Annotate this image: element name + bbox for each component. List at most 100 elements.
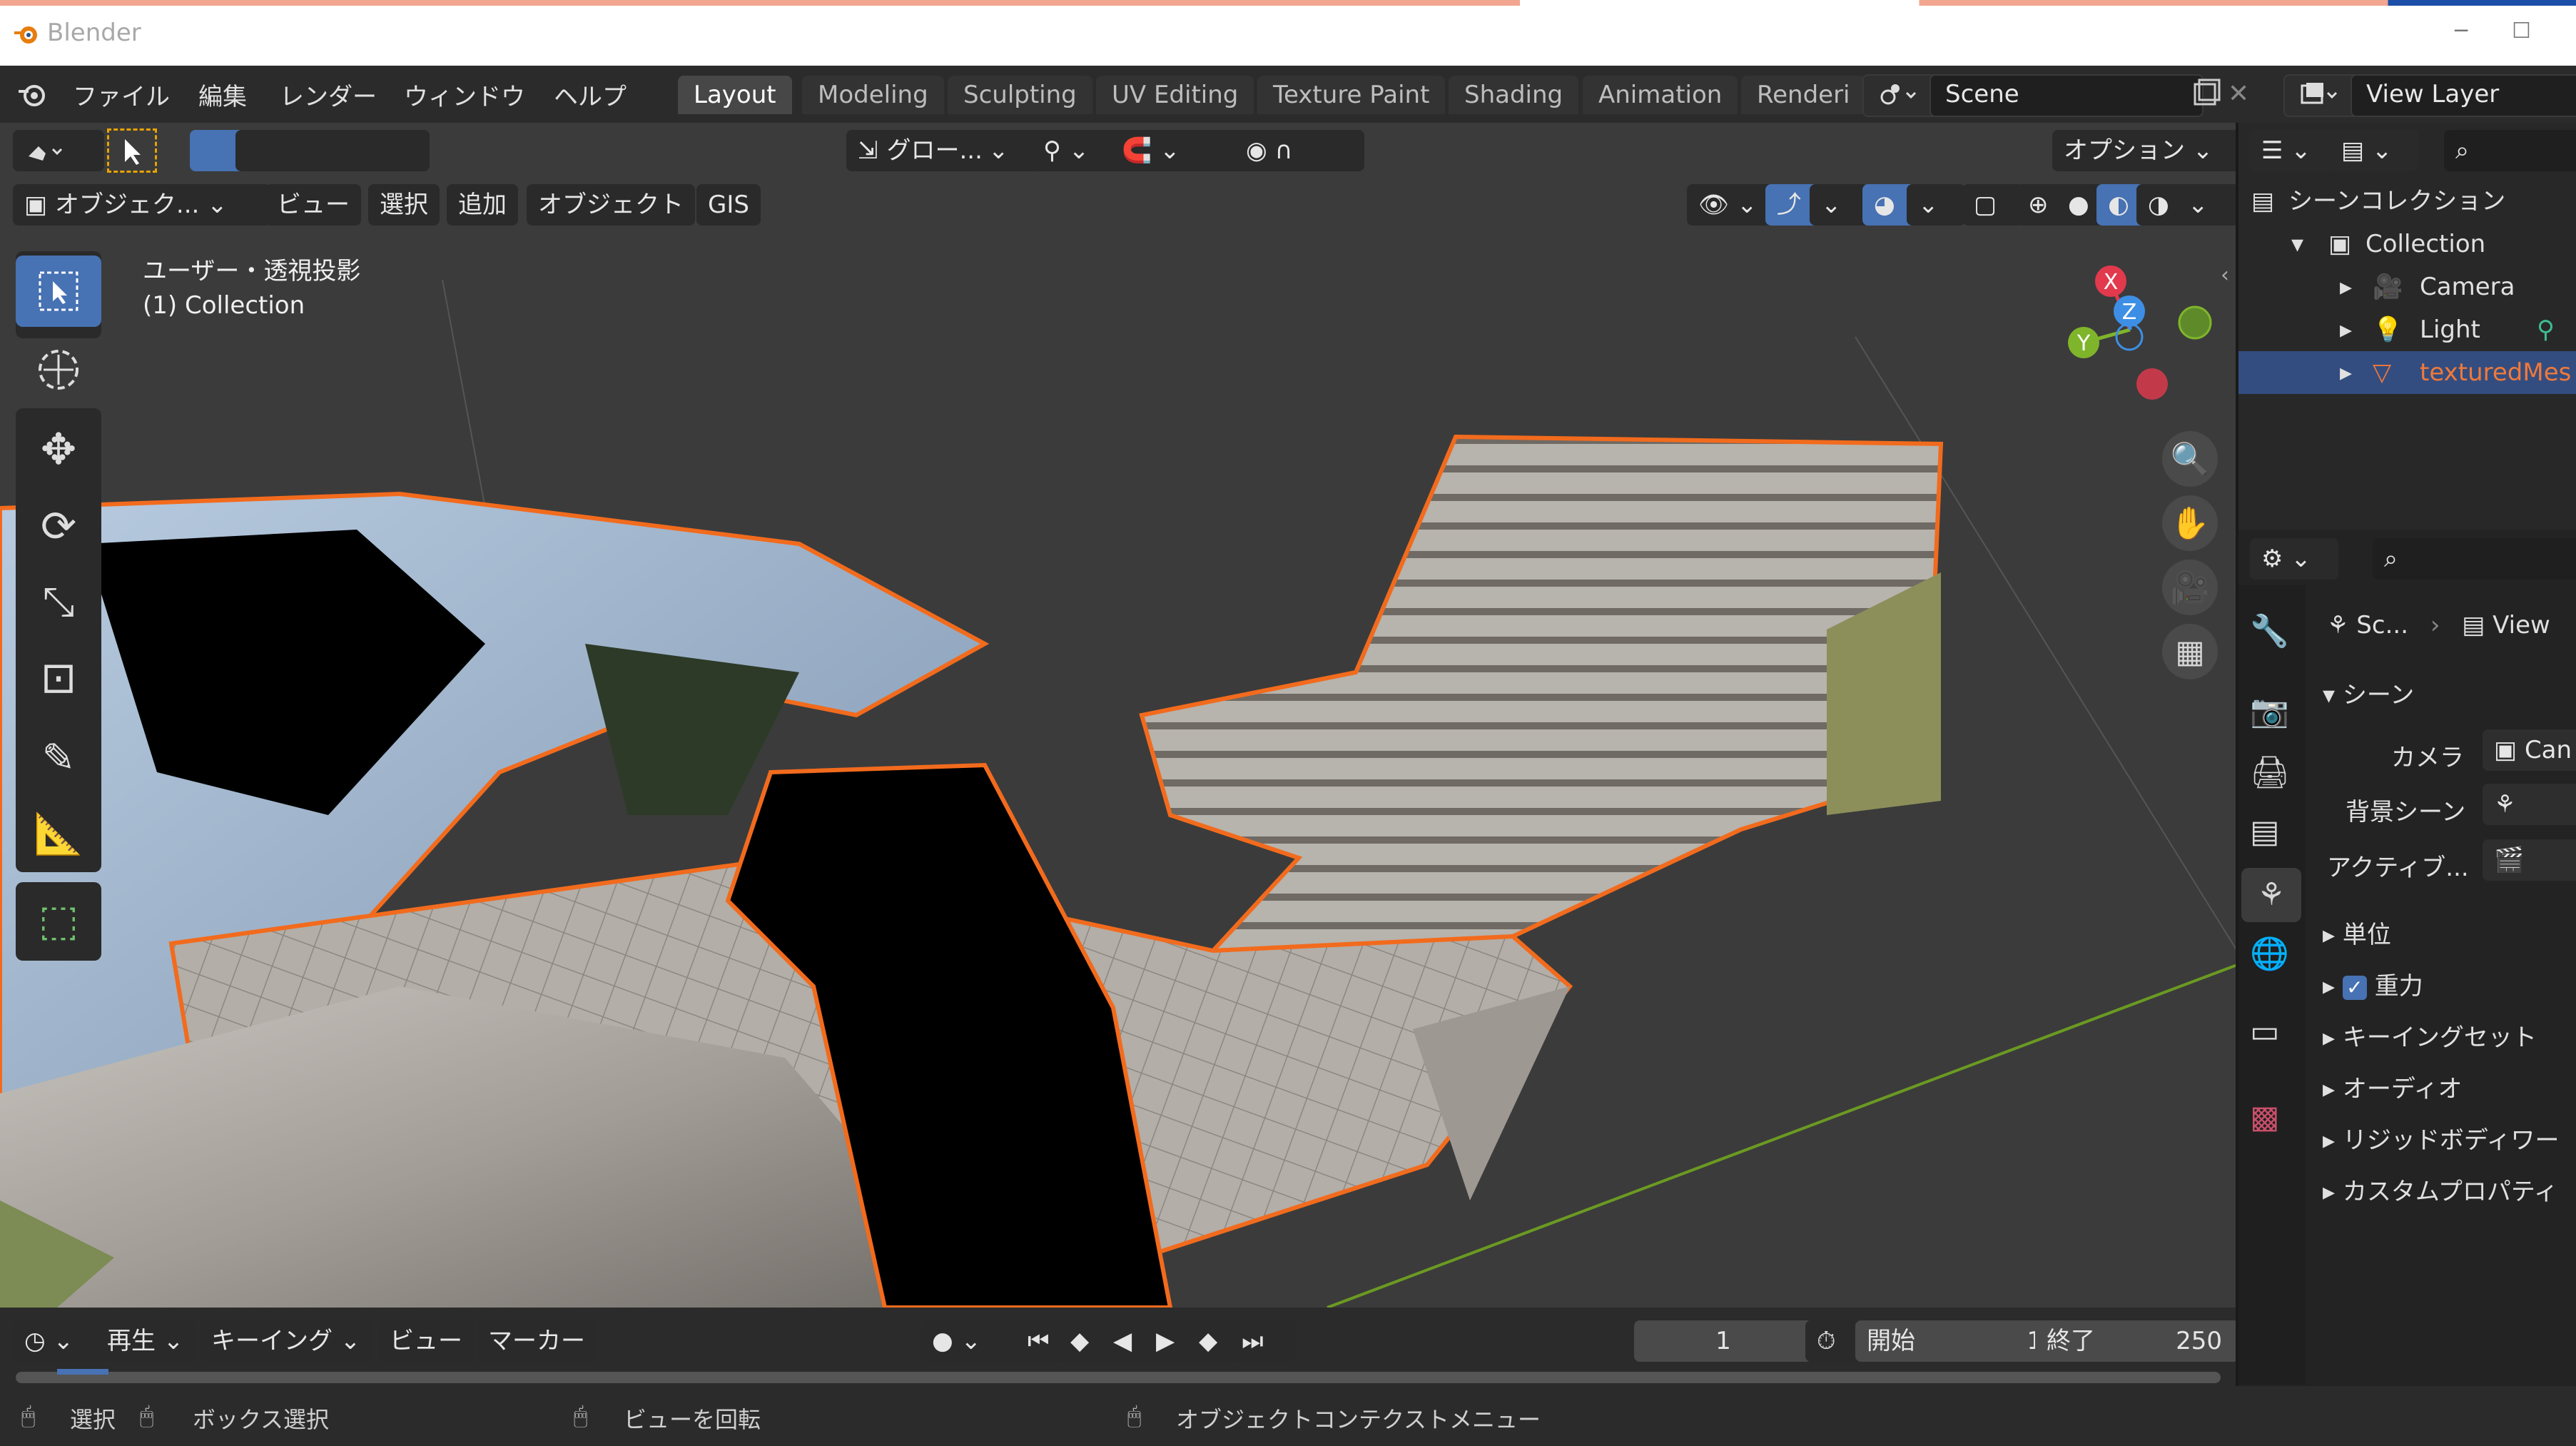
tab-shading[interactable]: Shading — [1449, 76, 1579, 114]
xray-toggle-icon[interactable]: ▢ — [1962, 184, 2024, 226]
properties-editor-type-button[interactable]: ⚙ ⌄ — [2250, 538, 2338, 580]
camera-view-icon[interactable]: 🎥 — [2162, 560, 2218, 615]
pan-hand-icon[interactable]: ✋ — [2162, 495, 2218, 551]
scene-tab-icon[interactable]: ⚘ — [2241, 868, 2301, 922]
panel-custom-props[interactable]: ▸ カスタムプロパティ — [2323, 1172, 2558, 1207]
timeline-scrollbar[interactable] — [16, 1372, 2221, 1383]
tab-sculpting[interactable]: Sculpting — [948, 76, 1092, 114]
mode-dropdown[interactable]: ▣ オブジェク... ⌄ — [13, 184, 271, 226]
jump-end-icon[interactable]: ⏭ — [1230, 1320, 1296, 1362]
transform-tool-icon[interactable]: ⊡ — [16, 642, 101, 714]
scene-name-field[interactable]: Scene — [1930, 74, 2204, 117]
zoom-icon[interactable]: 🔍 — [2162, 431, 2218, 487]
panel-units[interactable]: ▸ 単位 — [2323, 915, 2391, 950]
scale-tool-icon[interactable]: ⤡ — [16, 567, 101, 638]
menu-gis[interactable]: GIS — [696, 184, 761, 226]
tab-modeling[interactable]: Modeling — [802, 76, 944, 114]
frame-indicator[interactable] — [57, 1369, 108, 1375]
cursor-tool-icon[interactable] — [16, 334, 101, 405]
view-layer-field[interactable]: View Layer — [2351, 74, 2576, 117]
3d-viewport[interactable]: ⇲ グロー... ⌄ ⚲ ⌄ 🧲 ⌄ ◉ ∩ オプション ⌄ ▣ オブジェク... … — [0, 123, 2237, 1308]
tab-rendering[interactable]: Renderi — [1741, 76, 1866, 114]
expand-arrow-icon[interactable]: ▾ — [2291, 223, 2303, 266]
playback-dropdown[interactable]: 再生 ⌄ — [96, 1320, 196, 1362]
tab-texture-paint[interactable]: Texture Paint — [1257, 76, 1446, 114]
outliner-item-textured-mesh[interactable]: ▸ ▽ texturedMes — [2237, 351, 2576, 394]
menu-render[interactable]: レンダー — [280, 77, 377, 112]
new-scene-icon[interactable] — [2188, 76, 2223, 113]
shading-dropdown[interactable]: ⌄ — [2176, 184, 2237, 226]
snap-dropdown[interactable]: 🧲 ⌄ — [1110, 130, 1247, 171]
gizmo-dropdown[interactable]: ⌄ — [1810, 184, 1868, 226]
visibility-dropdown[interactable]: 👁 ⌄ — [1687, 184, 1777, 226]
bg-scene-field[interactable]: ⚘ — [2483, 784, 2576, 825]
select-box-tool-icon[interactable] — [16, 256, 101, 327]
menu-view[interactable]: ビュー — [265, 184, 361, 226]
gravity-checkbox[interactable]: ✓ — [2342, 975, 2367, 1000]
view-layer-tab-icon[interactable]: ▤ — [2250, 814, 2280, 850]
texture-tab-icon[interactable]: ▩ — [2250, 1099, 2280, 1136]
menu-add[interactable]: 追加 — [447, 184, 518, 226]
timeline-editor-type-button[interactable]: ◷ ⌄ — [13, 1320, 101, 1362]
proportional-edit-dropdown[interactable]: ◉ ∩ — [1234, 130, 1364, 171]
axis-navigation-gizmo[interactable]: X Y Z — [2034, 251, 2226, 423]
tab-uv-editing[interactable]: UV Editing — [1096, 76, 1254, 114]
outliner-search-input[interactable]: ⌕ — [2444, 130, 2576, 171]
menu-object[interactable]: オブジェクト — [527, 184, 695, 226]
outliner-item-collection[interactable]: ▾ ▣ Collection — [2237, 223, 2576, 266]
display-mode-dropdown[interactable]: ▤ ⌄ — [2330, 130, 2418, 171]
sidebar-toggle-icon[interactable]: ‹ — [2221, 263, 2229, 288]
menu-edit[interactable]: 編集 — [198, 77, 247, 112]
marker-menu[interactable]: マーカー — [477, 1320, 597, 1362]
active-clip-field[interactable]: 🎬 — [2483, 839, 2576, 881]
panel-audio[interactable]: ▸ オーディオ — [2323, 1069, 2463, 1104]
panel-keying-sets[interactable]: ▸ キーイングセット — [2323, 1018, 2537, 1053]
blender-menu-icon[interactable] — [16, 80, 47, 108]
transform-orientation-dropdown[interactable]: ⇲ グロー... ⌄ — [846, 130, 1040, 171]
start-frame-field[interactable]: 開始 1 — [1855, 1320, 2057, 1362]
collection-tab-icon[interactable]: ▭ — [2250, 1013, 2280, 1050]
keying-dropdown[interactable]: キーイング ⌄ — [200, 1320, 372, 1362]
panel-scene-header[interactable]: ▾ シーン — [2323, 675, 2414, 710]
options-dropdown[interactable]: オプション ⌄ — [2052, 130, 2237, 171]
current-frame-field[interactable]: 1 — [1634, 1320, 1812, 1362]
menu-select[interactable]: 選択 — [368, 184, 440, 226]
world-tab-icon[interactable]: 🌐 — [2250, 935, 2289, 972]
minimize-button[interactable]: ─ — [2455, 19, 2468, 44]
overlay-dropdown[interactable]: ⌄ — [1907, 184, 1965, 226]
area-divider[interactable] — [2236, 123, 2238, 1386]
ortho-grid-icon[interactable]: ▦ — [2162, 624, 2218, 679]
editor-type-button[interactable] — [13, 130, 104, 171]
expand-arrow-icon[interactable]: ▸ — [2340, 266, 2352, 308]
rotate-tool-icon[interactable]: ⟳ — [16, 491, 101, 562]
panel-gravity[interactable]: ▸ ✓ 重力 — [2323, 966, 2423, 1001]
expand-arrow-icon[interactable]: ▸ — [2340, 308, 2352, 351]
move-tool-icon[interactable]: ✥ — [16, 414, 101, 485]
render-tab-icon[interactable]: 📷 — [2250, 692, 2289, 729]
close-scene-icon[interactable]: ✕ — [2228, 76, 2259, 113]
pivot-point-dropdown[interactable]: ⚲ ⌄ — [1032, 130, 1122, 171]
annotate-tool-icon[interactable]: ✎ — [16, 722, 101, 794]
expand-arrow-icon[interactable]: ▸ — [2340, 351, 2352, 394]
select-tool-icon[interactable] — [107, 128, 157, 173]
maximize-button[interactable]: ☐ — [2512, 19, 2531, 44]
scene-collection-row[interactable]: ▤ シーンコレクション — [2237, 180, 2576, 223]
output-tab-icon[interactable]: 🖨 — [2250, 754, 2290, 791]
outliner-editor-type-button[interactable]: ☰ ⌄ — [2250, 130, 2338, 171]
measure-tool-icon[interactable]: 📐 — [16, 798, 101, 869]
tab-layout[interactable]: Layout — [678, 76, 792, 114]
menu-window[interactable]: ウィンドウ — [404, 77, 525, 112]
menu-help[interactable]: ヘルプ — [554, 77, 627, 112]
camera-field[interactable]: ▣ Can — [2483, 729, 2576, 771]
light-data-icon[interactable]: ⚲ — [2537, 308, 2555, 351]
outliner-item-camera[interactable]: ▸ 🎥 Camera — [2237, 266, 2576, 308]
tool-tab-icon[interactable]: 🔧 — [2250, 612, 2289, 649]
record-keyframe-button[interactable]: ● ⌄ — [921, 1320, 1022, 1362]
menu-file[interactable]: ファイル — [73, 77, 170, 112]
tab-animation[interactable]: Animation — [1583, 76, 1738, 114]
select-mode-intersect-icon[interactable] — [364, 130, 430, 171]
add-cube-tool-icon[interactable]: ⬚ — [16, 885, 101, 956]
timeline-view-menu[interactable]: ビュー — [378, 1320, 474, 1362]
panel-rigid-body[interactable]: ▸ リジッドボディワー — [2323, 1121, 2560, 1156]
outliner-item-light[interactable]: ▸ 💡 Light ⚲ — [2237, 308, 2576, 351]
